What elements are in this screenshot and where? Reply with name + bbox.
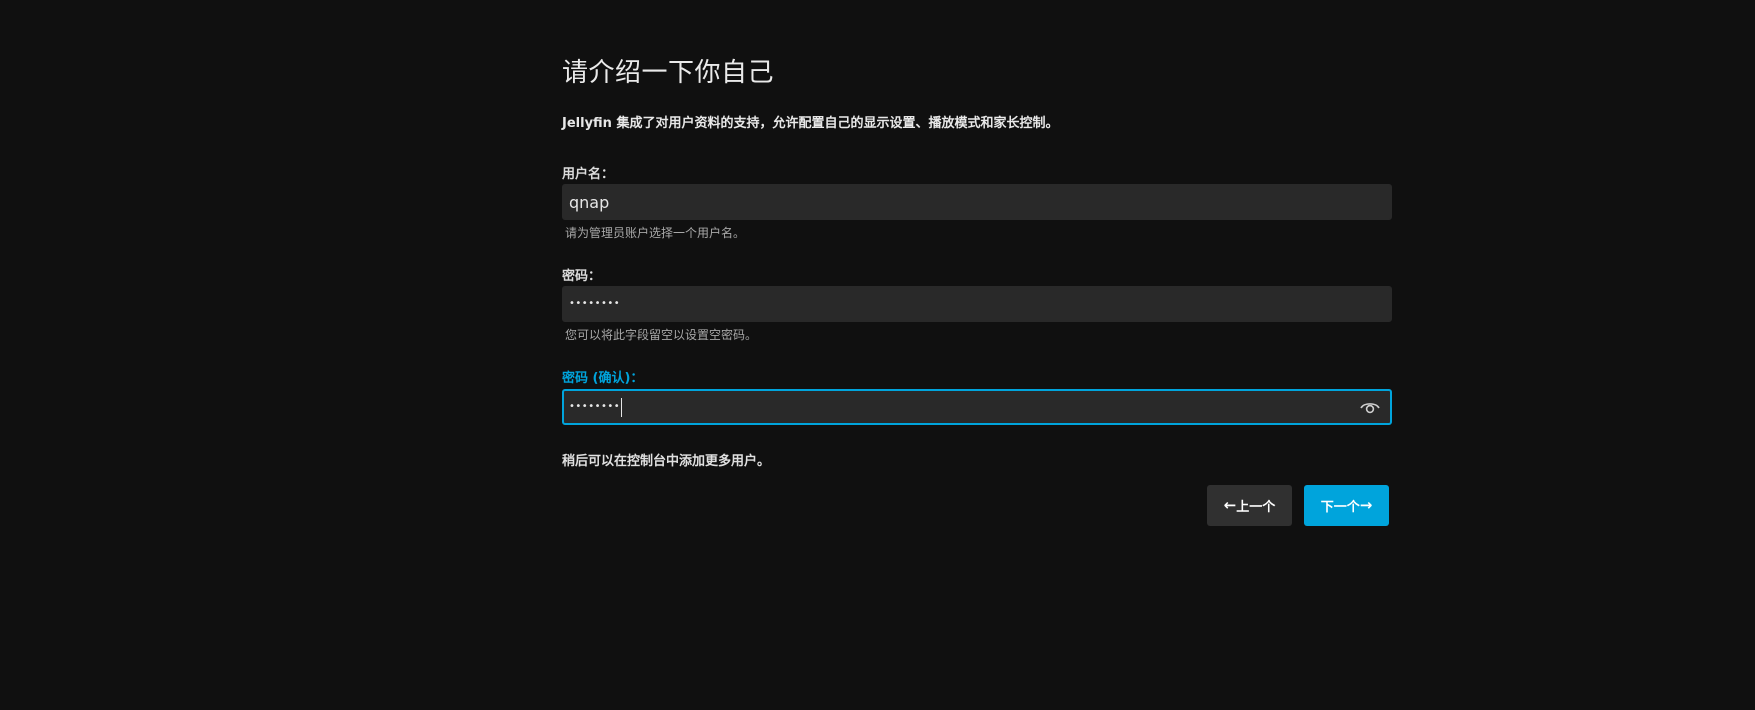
page-description: Jellyfin 集成了对用户资料的支持，允许配置自己的显示设置、播放模式和家长…	[562, 116, 1059, 131]
password-value: ••••••••	[569, 298, 621, 309]
password-field[interactable]: ••••••••	[562, 286, 1392, 322]
setup-user-page: 请介绍一下你自己 Jellyfin 集成了对用户资料的支持，允许配置自己的显示设…	[0, 0, 1755, 710]
password-hint: 您可以将此字段留空以设置空密码。	[565, 328, 758, 342]
username-field[interactable]: qnap	[562, 184, 1392, 220]
password-label: 密码：	[562, 269, 602, 284]
page-title: 请介绍一下你自己	[562, 58, 775, 88]
password-confirm-label: 密码 (确认)：	[562, 371, 644, 386]
next-button[interactable]: 下一个 →	[1304, 485, 1389, 526]
username-label: 用户名：	[562, 167, 615, 182]
add-users-note: 稍后可以在控制台中添加更多用户。	[562, 454, 771, 469]
username-hint: 请为管理员账户选择一个用户名。	[565, 226, 746, 240]
arrow-left-icon: ←	[1223, 496, 1237, 514]
text-caret	[621, 397, 623, 417]
password-confirm-field[interactable]: ••••••••	[562, 389, 1392, 425]
next-button-label: 下一个	[1320, 500, 1360, 515]
previous-button[interactable]: ← 上一个	[1207, 485, 1292, 526]
arrow-right-icon: →	[1359, 496, 1373, 514]
username-value: qnap	[569, 192, 610, 212]
password-confirm-value: ••••••••	[569, 401, 621, 412]
eye-icon[interactable]	[1360, 399, 1380, 415]
previous-button-label: 上一个	[1236, 500, 1276, 515]
